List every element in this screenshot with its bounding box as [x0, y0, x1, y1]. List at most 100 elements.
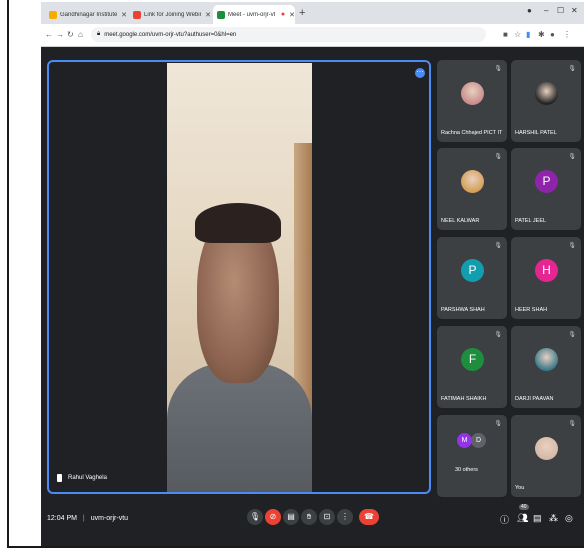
- tab-favicon-icon: [49, 10, 57, 19]
- participant-tile[interactable]: 🎙︎ H HEER SHAH: [511, 237, 581, 319]
- back-arrow-icon[interactable]: ←: [45, 30, 53, 39]
- meeting-info: 12:04 PM | uvm-orjr-vtu: [47, 515, 128, 522]
- bookmark-star-icon[interactable]: ☆: [514, 30, 521, 39]
- pin-icon: [57, 474, 62, 482]
- meet-icon: [217, 10, 225, 19]
- main-video-tile[interactable]: ⋯ Rahul Vaghela: [47, 60, 431, 494]
- avatar-photo: [535, 82, 558, 105]
- kebab-icon: ⋮: [341, 512, 349, 521]
- muted-mic-icon: 🎙︎: [568, 66, 576, 72]
- reload-icon[interactable]: ↻: [67, 30, 74, 39]
- captions-icon: ▤: [287, 512, 295, 521]
- more-options-icon[interactable]: ⋯: [415, 68, 425, 78]
- participant-tile[interactable]: 🎙︎ You: [511, 415, 581, 497]
- avatar-photo: [461, 170, 484, 193]
- participant-name: Rachna Chhajed PICT IT: [441, 130, 503, 136]
- presenter-label: Rahul Vaghela: [57, 474, 107, 482]
- activities-icon[interactable]: ⁂: [549, 513, 558, 524]
- menu-kebab-icon[interactable]: ⋮: [563, 30, 571, 39]
- tab-label: Link for Joining Webinar (3rd Jul...: [144, 11, 201, 18]
- meeting-time: 12:04 PM: [47, 515, 77, 522]
- participant-tile[interactable]: 🎙︎ M D 30 others: [437, 415, 507, 497]
- hangup-icon: ☎︎: [364, 512, 374, 521]
- new-tab-button[interactable]: +: [299, 7, 305, 19]
- avatar-photo: [535, 437, 558, 460]
- meet-window: ⋯ Rahul Vaghela 🎙︎ Rachna Chhajed PICT IT…: [41, 47, 584, 546]
- tab-label: Gandhinagar Institute of Technol...: [60, 11, 118, 18]
- close-tab-icon[interactable]: ✕: [121, 11, 127, 19]
- participant-tile[interactable]: 🎙︎ NEEL KALWAR: [437, 148, 507, 230]
- avatar-photo: [461, 82, 484, 105]
- participant-name: FATIMAH SHAIKH: [441, 396, 487, 402]
- browser-tab-1[interactable]: Gandhinagar Institute of Technol... ✕: [45, 5, 127, 24]
- present-button[interactable]: ⊡: [319, 509, 335, 525]
- url-field[interactable]: 🔒︎ meet.google.com/uvm-orjr-vtu?authuser…: [91, 27, 486, 42]
- avatar-photo: [535, 348, 558, 371]
- participant-name: PATEL JEEL: [515, 218, 547, 224]
- muted-mic-icon: 🎙︎: [494, 332, 502, 338]
- extension-icon[interactable]: ▮: [526, 30, 530, 39]
- forward-arrow-icon[interactable]: →: [56, 30, 64, 39]
- avatar: H: [535, 259, 558, 282]
- browser-tab-meet[interactable]: Meet - uvm-orjr-vtu ● ✕: [213, 5, 295, 24]
- raise-hand-button[interactable]: ✋︎: [301, 509, 317, 525]
- participant-tile[interactable]: 🎙︎ Rachna Chhajed PICT IT: [437, 60, 507, 142]
- separator: |: [82, 515, 85, 522]
- presenter-video: [167, 63, 312, 492]
- browser-address-bar: ← → ↻ ⌂ 🔒︎ meet.google.com/uvm-orjr-vtu?…: [41, 24, 584, 47]
- muted-mic-icon: 🎙︎: [568, 421, 576, 427]
- profile-icon[interactable]: ●: [527, 6, 532, 15]
- muted-mic-icon: 🎙︎: [494, 154, 502, 160]
- camera-off-icon: ⊘: [269, 512, 277, 521]
- frame-bottom-border: [7, 546, 584, 548]
- camera-status-icon[interactable]: ■: [503, 30, 508, 39]
- participant-count-badge: 40: [519, 504, 529, 510]
- more-options-button[interactable]: ⋮: [337, 509, 353, 525]
- microphone-button[interactable]: 🎙︎: [247, 509, 263, 525]
- mic-icon: 🎙︎: [249, 512, 261, 521]
- leave-call-button[interactable]: ☎︎: [359, 509, 379, 525]
- participant-name: You: [515, 485, 525, 491]
- participant-tile[interactable]: 🎙︎ P PATEL JEEL: [511, 148, 581, 230]
- muted-mic-icon: 🎙︎: [568, 332, 576, 338]
- muted-mic-icon: 🎙︎: [568, 243, 576, 249]
- avatar[interactable]: ●: [550, 30, 555, 39]
- people-icon[interactable]: 👥︎: [517, 513, 528, 524]
- minimize-button[interactable]: –: [544, 6, 548, 15]
- participant-name: HARSHIL PATEL: [515, 130, 557, 136]
- participant-name: PARSHWA SHAH: [441, 307, 485, 313]
- avatar: P: [535, 170, 558, 193]
- close-window-button[interactable]: ✕: [571, 6, 578, 15]
- browser-tab-bar: Gandhinagar Institute of Technol... ✕ Li…: [41, 2, 584, 24]
- meeting-details-icon[interactable]: ⓘ: [500, 513, 509, 526]
- participant-tile[interactable]: 🎙︎ HARSHIL PATEL: [511, 60, 581, 142]
- captions-button[interactable]: ▤: [283, 509, 299, 525]
- avatar: F: [461, 348, 484, 371]
- browser-tab-2[interactable]: Link for Joining Webinar (3rd Jul... ✕: [129, 5, 211, 24]
- puzzle-icon[interactable]: ✱: [538, 30, 545, 39]
- participant-tile[interactable]: 🎙︎ P PARSHWA SHAH: [437, 237, 507, 319]
- camera-off-button[interactable]: ⊘: [265, 509, 281, 525]
- avatar: P: [461, 259, 484, 282]
- close-tab-icon[interactable]: ✕: [289, 11, 295, 19]
- avatar: D: [471, 433, 486, 448]
- url-text: meet.google.com/uvm-orjr-vtu?authuser=0&…: [104, 31, 237, 38]
- close-tab-icon[interactable]: ✕: [205, 11, 211, 19]
- participant-name: DARJI PAAVAN: [515, 396, 554, 402]
- chat-icon[interactable]: ▤: [533, 513, 542, 524]
- gmail-icon: [133, 10, 141, 19]
- muted-mic-icon: 🎙︎: [568, 154, 576, 160]
- muted-mic-icon: 🎙︎: [494, 421, 502, 427]
- lock-icon: 🔒︎: [97, 31, 101, 37]
- muted-mic-icon: 🎙︎: [494, 66, 502, 72]
- tab-label: Meet - uvm-orjr-vtu: [228, 11, 275, 18]
- participant-tile[interactable]: 🎙︎ F FATIMAH SHAIKH: [437, 326, 507, 408]
- avatar: M: [457, 433, 472, 448]
- participant-name: NEEL KALWAR: [441, 218, 480, 224]
- maximize-button[interactable]: ☐: [557, 6, 564, 15]
- host-controls-icon[interactable]: ◎: [565, 513, 573, 524]
- home-icon[interactable]: ⌂: [78, 30, 83, 39]
- participant-tile[interactable]: 🎙︎ DARJI PAAVAN: [511, 326, 581, 408]
- participant-name: HEER SHAH: [515, 307, 548, 313]
- meeting-code: uvm-orjr-vtu: [90, 515, 129, 522]
